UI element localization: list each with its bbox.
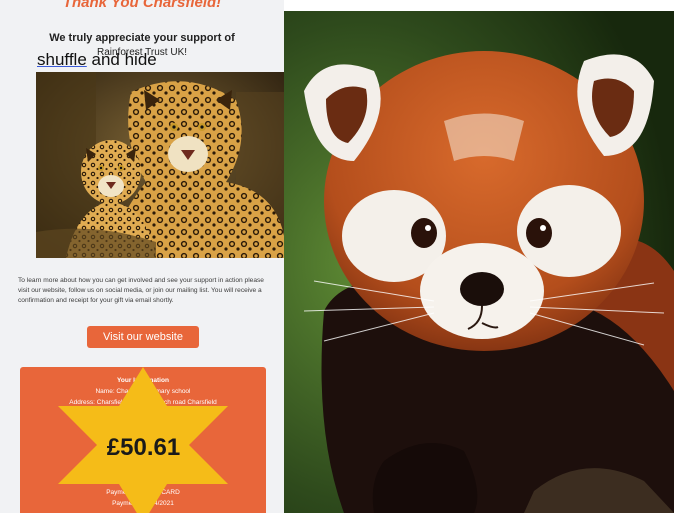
email-body-text: To learn more about how you can get invo… (18, 277, 264, 304)
hide-words: and hide (86, 50, 157, 69)
visit-website-button[interactable]: Visit our website (87, 326, 199, 348)
shuffle-hide-label[interactable]: shuffle and hide (37, 50, 157, 70)
thank-you-heading: Thank You Charsfield! (62, 0, 222, 11)
appreciation-text: We truly appreciate your support of (49, 32, 235, 44)
shuffle-word: shuffle (37, 50, 87, 69)
red-panda-photo (284, 11, 674, 513)
jaguars-photo (36, 72, 284, 258)
amount-badge: £50.61 (106, 434, 181, 461)
